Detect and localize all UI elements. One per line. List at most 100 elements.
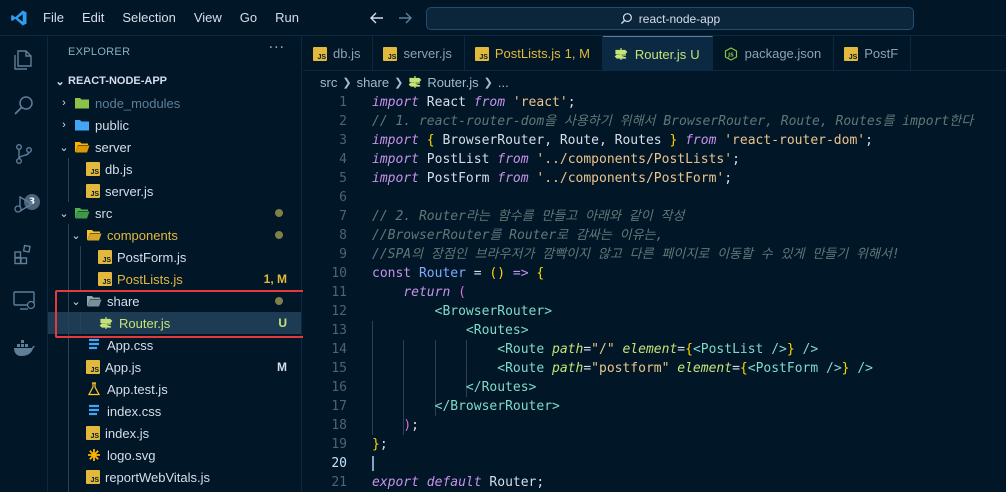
tab-status: U xyxy=(690,46,700,62)
tree-file[interactable]: index.css xyxy=(48,400,301,422)
js-file-icon: JS xyxy=(98,272,112,286)
menu-run[interactable]: Run xyxy=(266,0,308,36)
forward-arrow-icon[interactable] xyxy=(396,9,414,27)
tree-folder[interactable]: ⌄ share xyxy=(48,290,301,312)
tree-folder[interactable]: ⌄ server xyxy=(48,136,301,158)
line-number: 4 xyxy=(339,152,347,167)
breadcrumb-symbols[interactable]: ... xyxy=(498,75,509,90)
tree-item-name: reportWebVitals.js xyxy=(105,469,211,485)
tree-file[interactable]: App.test.js xyxy=(48,378,301,400)
tree-file[interactable]: JS PostForm.js xyxy=(48,246,301,268)
activity-bar: 3 xyxy=(0,36,48,492)
tree-item-name: db.js xyxy=(105,161,133,177)
remote-explorer-icon[interactable] xyxy=(12,288,36,312)
tree-item-name: node_modules xyxy=(95,95,181,111)
tab-router-js[interactable]: Router.js U xyxy=(602,36,713,71)
explorer-sidebar: EXPLORER ··· ⌄ REACT-NODE-APP › node_modu… xyxy=(48,36,302,492)
source-control-icon[interactable] xyxy=(12,142,36,166)
line-number: 14 xyxy=(331,342,347,357)
js-file-icon: JS xyxy=(86,184,100,198)
line-number: 11 xyxy=(331,285,347,300)
tab-package-json[interactable]: JS package.json xyxy=(713,36,835,71)
tree-file[interactable]: JS index.js xyxy=(48,422,301,444)
code-line-5: import PostForm from '../components/Post… xyxy=(372,171,733,186)
tree-folder[interactable]: ⌄ src xyxy=(48,202,301,224)
modified-dot xyxy=(275,297,283,305)
tree-file[interactable]: JS App.js M xyxy=(48,356,301,378)
line-number: 21 xyxy=(331,475,347,490)
tab-label: PostLists.js xyxy=(494,46,561,61)
vscode-logo-icon[interactable] xyxy=(10,9,28,27)
code-line-2: // 1. react-router-dom을 사용하기 위해서 Browser… xyxy=(372,114,974,129)
line-number: 19 xyxy=(331,437,347,452)
router-file-icon xyxy=(98,315,114,331)
explorer-root-folder[interactable]: ⌄ REACT-NODE-APP xyxy=(52,72,167,90)
search-icon[interactable] xyxy=(12,94,36,118)
menu-view[interactable]: View xyxy=(185,0,231,36)
chevron-down-icon: ⌄ xyxy=(71,295,81,308)
tree-file[interactable]: JS server.js xyxy=(48,180,301,202)
js-file-icon: JS xyxy=(86,426,100,440)
explorer-title: EXPLORER xyxy=(68,46,131,58)
docker-icon[interactable] xyxy=(12,336,36,360)
line-number: 15 xyxy=(331,361,347,376)
run-debug-icon[interactable] xyxy=(12,192,36,216)
tree-item-name: PostLists.js xyxy=(117,271,183,287)
folder-icon xyxy=(74,139,90,155)
tab-postf[interactable]: JS PostF xyxy=(834,36,912,71)
command-center-search[interactable]: react-node-app xyxy=(426,7,914,30)
tree-item-name: App.test.js xyxy=(107,381,168,397)
breadcrumb: src ❯ share ❯ Router.js ❯ ... xyxy=(303,71,1006,93)
tree-indent-guide xyxy=(68,158,69,202)
chevron-right-icon: ❯ xyxy=(342,76,352,89)
line-number: 20 xyxy=(331,456,347,471)
tab-postlists-js[interactable]: JS PostLists.js 1, M xyxy=(465,36,603,71)
tree-file[interactable]: App.css xyxy=(48,334,301,356)
tree-folder[interactable]: ⌄ components xyxy=(48,224,301,246)
chevron-down-icon: ⌄ xyxy=(55,75,65,88)
menu-edit[interactable]: Edit xyxy=(73,0,113,36)
folder-icon xyxy=(74,117,90,133)
code-line-19: }; xyxy=(372,437,388,452)
modified-dot xyxy=(275,231,283,239)
line-number: 18 xyxy=(331,418,347,433)
git-status: M xyxy=(277,360,287,374)
code-line-17: </BrowserRouter> xyxy=(434,399,560,414)
tree-folder[interactable]: › node_modules xyxy=(48,92,301,114)
line-number: 5 xyxy=(339,171,347,186)
tab-server-js[interactable]: JS server.js xyxy=(373,36,465,71)
tree-indent-guide xyxy=(68,224,69,492)
code-area[interactable]: import React from 'react'; // 1. react-r… xyxy=(372,93,1006,492)
tree-file[interactable]: Router.js U xyxy=(48,312,301,334)
chevron-right-icon: ❯ xyxy=(394,76,404,89)
menu-go[interactable]: Go xyxy=(231,0,266,36)
tab-db-js[interactable]: JS db.js xyxy=(303,36,374,71)
js-file-icon: JS xyxy=(98,250,112,264)
git-status: U xyxy=(278,316,287,330)
explorer-more-actions[interactable]: ··· xyxy=(269,40,285,56)
breadcrumb-share[interactable]: share xyxy=(357,75,390,90)
tree-item-name: App.js xyxy=(105,359,142,375)
explorer-icon[interactable] xyxy=(12,48,36,72)
tree-file[interactable]: logo.svg xyxy=(48,444,301,466)
breadcrumb-src[interactable]: src xyxy=(320,75,337,90)
breadcrumb-file[interactable]: Router.js xyxy=(427,75,478,90)
tree-file[interactable]: JS db.js xyxy=(48,158,301,180)
extensions-icon[interactable] xyxy=(12,242,36,266)
code-line-11: return ( xyxy=(403,285,466,300)
code-line-1: import React from 'react'; xyxy=(372,95,576,110)
svg-text:JS: JS xyxy=(727,52,734,58)
menu-selection[interactable]: Selection xyxy=(113,0,184,36)
git-status: 1, M xyxy=(263,272,287,286)
menu-file[interactable]: File xyxy=(34,0,73,36)
tree-file[interactable]: JS reportWebVitals.js xyxy=(48,466,301,488)
tree-folder[interactable]: › public xyxy=(48,114,301,136)
back-arrow-icon[interactable] xyxy=(368,9,386,27)
code-line-13: <Routes> xyxy=(465,323,529,338)
code-editor[interactable]: 1 2 3 4 5 6 7 8 9 10 11 12 13 14 15 16 17 18 19 20 21 import… xyxy=(303,93,1006,492)
line-number: 12 xyxy=(331,304,347,319)
tree-item-name: Router.js xyxy=(119,315,171,331)
search-icon xyxy=(620,13,632,25)
line-number: 3 xyxy=(339,133,347,148)
tree-file[interactable]: JS PostLists.js 1, M xyxy=(48,268,301,290)
